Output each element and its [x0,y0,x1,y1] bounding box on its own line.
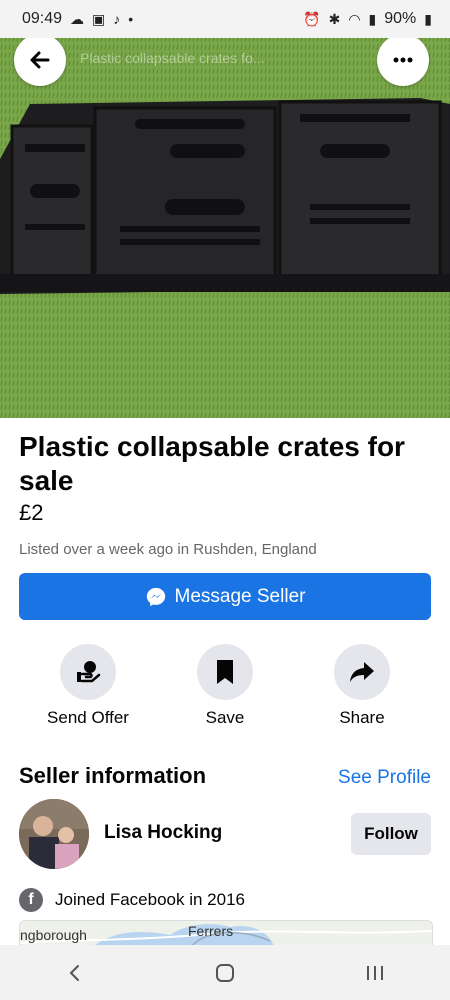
crates-illustration [0,34,450,418]
map-label-left: ngborough [20,927,87,943]
share-arrow-icon [350,662,374,682]
bell-icon: ♪ [113,11,121,27]
send-offer-label: Send Offer [47,708,129,727]
avatar-photo [19,799,89,869]
more-options-button[interactable] [377,34,429,86]
status-bar: 09:49 ☁ ▣ ♪ • ⏰ ✱ ◠ ▮ 90% ▮ [0,0,450,38]
seller-avatar[interactable] [19,799,89,869]
page-url-text: Plastic collapsable crates fo... [80,50,265,66]
joined-facebook-text: Joined Facebook in 2016 [55,890,245,909]
save-label: Save [205,708,245,727]
map-label-center: Ferrers [188,923,234,939]
see-profile-link[interactable]: See Profile [338,767,431,789]
share-label: Share [339,708,385,727]
image-icon: ▣ [92,11,106,27]
more-horizontal-icon [393,57,413,63]
offer-hand-icon [77,661,101,683]
nav-back-button[interactable] [45,953,105,993]
listing-meta: Listed over a week ago in Rushden, Engla… [19,541,317,558]
status-right: ⏰ ✱ ◠ ▮ 90% ▮ [303,10,432,28]
message-seller-label: Message Seller [174,585,306,607]
cloud-icon: ☁ [70,11,85,27]
facebook-icon: f [19,888,43,912]
joined-facebook-row: f Joined Facebook in 2016 [19,888,245,912]
dot-icon: • [128,11,134,27]
status-left: 09:49 ☁ ▣ ♪ • [22,10,133,28]
wifi-icon: ◠ [348,11,361,27]
listing-title: Plastic collapsable crates for sale [19,431,405,496]
send-offer-action[interactable]: Send Offer [18,644,158,728]
seller-info-heading: Seller information [19,763,207,788]
messenger-icon [146,587,165,606]
battery-percent: 90% [384,10,417,27]
alarm-icon: ⏰ [303,11,321,27]
signal-icon: ▮ [368,11,377,27]
back-button[interactable] [14,34,66,86]
chevron-left-icon [69,964,79,981]
nav-recents-button[interactable] [345,953,405,993]
seller-name[interactable]: Lisa Hocking [104,822,222,844]
save-action[interactable]: Save [155,644,295,728]
listing-price: £2 [19,500,44,525]
follow-button[interactable]: Follow [351,813,431,855]
share-action[interactable]: Share [292,644,432,728]
status-time: 09:49 [22,10,63,27]
arrow-left-icon [30,51,50,69]
message-seller-button[interactable]: Message Seller [19,573,431,620]
nav-home-button[interactable] [195,953,255,993]
save-icon-circle [197,644,253,700]
home-square-icon [216,963,234,982]
android-nav-bar [0,945,450,1000]
listing-photo[interactable]: Plastic collapsable crates fo... [0,34,450,418]
bluetooth-icon: ✱ [328,11,341,27]
send-offer-icon-circle [60,644,116,700]
recents-icon [367,965,383,980]
battery-icon: ▮ [424,11,432,27]
share-icon-circle [334,644,390,700]
bookmark-icon [217,660,233,684]
